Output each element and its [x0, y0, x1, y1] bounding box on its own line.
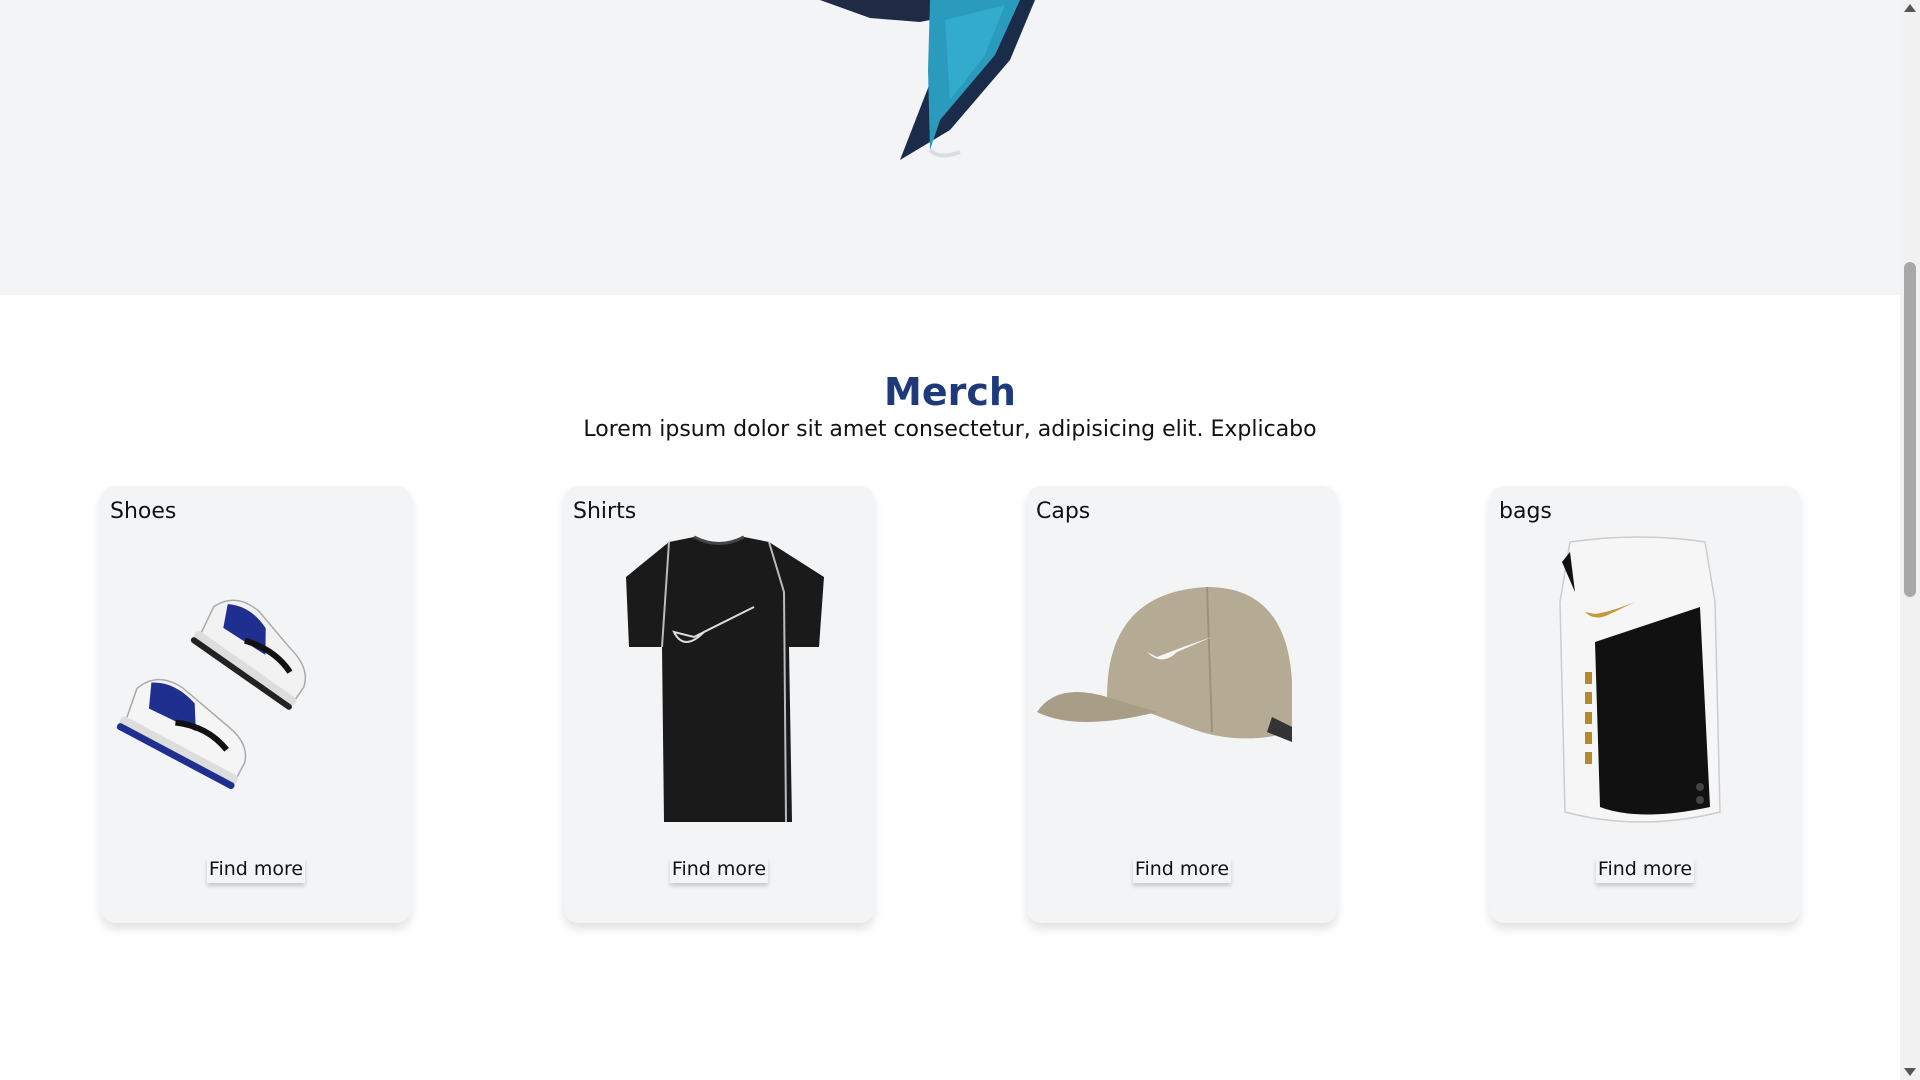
hero-section — [0, 0, 1900, 295]
find-more-wrapper: Find more — [101, 858, 411, 883]
scrollbar-thumb[interactable] — [1904, 262, 1916, 597]
find-more-button[interactable]: Find more — [206, 858, 306, 883]
card-label: Caps — [1036, 499, 1091, 524]
cap-icon — [1037, 586, 1292, 742]
section-subtitle: Lorem ipsum dolor sit amet consectetur, … — [583, 417, 1317, 442]
find-more-button[interactable]: Find more — [1132, 858, 1232, 883]
backpack-icon — [1559, 536, 1721, 823]
card-label: Shirts — [573, 499, 637, 524]
find-more-wrapper: Find more — [1490, 858, 1800, 883]
card-label: Shoes — [110, 499, 177, 524]
scroll-up-icon[interactable] — [1904, 4, 1916, 12]
find-more-button[interactable]: Find more — [669, 858, 769, 883]
card-caps: Caps Find more — [1027, 486, 1337, 923]
card-label: bags — [1499, 499, 1552, 524]
tshirt-icon — [626, 535, 824, 823]
hero-shoe-image — [820, 0, 1035, 160]
section-title: Merch — [884, 370, 1016, 414]
card-shirts: Shirts Find more — [564, 486, 874, 923]
find-more-wrapper: Find more — [1027, 858, 1337, 883]
merch-section: Merch Lorem ipsum dolor sit amet consect… — [0, 295, 1900, 1080]
scroll-down-icon[interactable] — [1904, 1068, 1916, 1076]
vertical-scrollbar[interactable] — [1900, 0, 1920, 1080]
find-more-wrapper: Find more — [564, 858, 874, 883]
card-shoes: Shoes Find more — [101, 486, 411, 923]
card-bags: bags Find more — [1490, 486, 1800, 923]
find-more-button[interactable]: Find more — [1595, 858, 1695, 883]
product-cards: Shoes Find more Shirts Find more Caps Fi… — [0, 486, 1900, 926]
sneakers-icon — [116, 599, 307, 790]
